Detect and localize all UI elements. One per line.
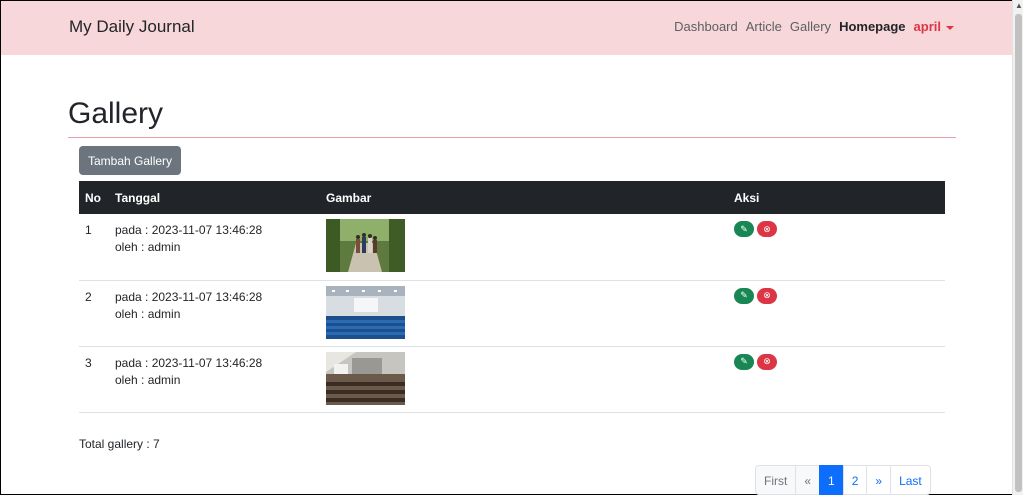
edit-button[interactable]: ✎ (734, 353, 754, 370)
row-author-text: oleh : admin (115, 372, 181, 387)
navbar-brand[interactable]: My Daily Journal (69, 17, 195, 37)
header-action: Aksi (728, 181, 945, 214)
row-no: 3 (79, 346, 109, 413)
row-image-cell (320, 346, 728, 413)
navbar-links: Dashboard Article Gallery Homepage april (666, 19, 954, 34)
caret-down-icon (946, 25, 954, 30)
nav-link-dashboard[interactable]: Dashboard (674, 19, 738, 34)
x-circle-icon: ⊗ (763, 290, 771, 300)
x-circle-icon: ⊗ (763, 223, 771, 234)
page-title: Gallery (68, 97, 164, 130)
row-date-text: pada : 2023-11-07 13:46:28 (115, 289, 263, 304)
row-image-cell (320, 214, 728, 281)
header-image: Gambar (320, 181, 728, 214)
table-row: 1 pada : 2023-11-07 13:46:28 oleh : admi… (79, 214, 945, 281)
edit-button[interactable]: ✎ (734, 221, 754, 237)
nav-link-homepage[interactable]: Homepage (839, 19, 905, 34)
pagination-next[interactable]: » (866, 465, 892, 495)
row-date: pada : 2023-11-07 13:46:28 oleh : admin (109, 280, 320, 347)
user-name: april (913, 19, 941, 34)
row-actions: ✎ ⊗ (728, 214, 945, 281)
gallery-thumbnail (326, 351, 405, 405)
header-date: Tanggal (109, 181, 320, 214)
scrollbar-thumb[interactable] (1015, 14, 1022, 492)
gallery-thumbnail (326, 219, 405, 272)
delete-button[interactable]: ⊗ (757, 221, 777, 237)
gallery-table: No Tanggal Gambar Aksi 1 pada : 2023-11-… (79, 181, 945, 413)
page-scrollbar[interactable]: ▲ (1012, 0, 1023, 495)
pencil-icon: ✎ (740, 356, 748, 366)
pagination-page-1[interactable]: 1 (819, 465, 844, 495)
row-actions: ✎ ⊗ (728, 280, 945, 347)
user-dropdown[interactable]: april (914, 19, 954, 34)
nav-link-article[interactable]: Article (746, 19, 782, 34)
delete-button[interactable]: ⊗ (757, 353, 777, 370)
row-date-text: pada : 2023-11-07 13:46:28 (115, 223, 263, 237)
pencil-icon: ✎ (740, 223, 748, 234)
row-no: 1 (79, 214, 109, 281)
pagination: First « 1 2 » Last (755, 465, 931, 495)
row-actions: ✎ ⊗ (728, 346, 945, 413)
gallery-thumbnail (326, 285, 405, 339)
row-author-text: oleh : admin (115, 306, 181, 321)
pagination-page-2[interactable]: 2 (842, 465, 868, 495)
table-header-row: No Tanggal Gambar Aksi (79, 181, 945, 214)
scroll-up-arrow-icon[interactable]: ▲ (1015, 2, 1023, 10)
table-row: 3 pada : 2023-11-07 13:46:28 oleh : admi… (79, 346, 945, 413)
row-no: 2 (79, 280, 109, 347)
pencil-icon: ✎ (740, 290, 748, 300)
delete-button[interactable]: ⊗ (757, 287, 777, 304)
table-row: 2 pada : 2023-11-07 13:46:28 oleh : admi… (79, 280, 945, 347)
pagination-last[interactable]: Last (890, 465, 931, 495)
row-image-cell (320, 280, 728, 347)
title-divider (68, 137, 956, 138)
x-circle-icon: ⊗ (763, 356, 771, 366)
navbar: My Daily Journal Dashboard Article Galle… (1, 1, 1012, 55)
nav-link-gallery[interactable]: Gallery (790, 19, 831, 34)
row-date: pada : 2023-11-07 13:46:28 oleh : admin (109, 214, 320, 281)
row-date: pada : 2023-11-07 13:46:28 oleh : admin (109, 346, 320, 413)
total-gallery-count: Total gallery : 7 (79, 437, 160, 451)
header-no: No (79, 181, 109, 214)
pagination-first[interactable]: First (755, 465, 797, 495)
add-gallery-button[interactable]: Tambah Gallery (79, 146, 182, 175)
row-author-text: oleh : admin (115, 240, 181, 254)
edit-button[interactable]: ✎ (734, 287, 754, 304)
pagination-prev[interactable]: « (795, 465, 821, 495)
row-date-text: pada : 2023-11-07 13:46:28 (115, 355, 263, 370)
